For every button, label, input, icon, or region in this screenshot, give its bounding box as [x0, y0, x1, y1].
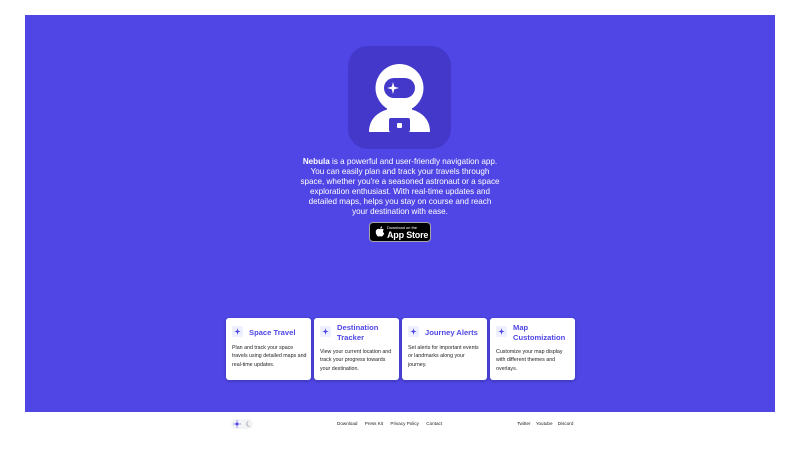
brand-name: Nebula	[302, 157, 330, 166]
footer-link-press-kit[interactable]: Press Kit	[365, 421, 383, 426]
footer-nav: Download Press Kit Privacy Policy Contac…	[337, 421, 442, 426]
theme-toggle[interactable]	[231, 419, 253, 429]
sun-icon	[233, 420, 241, 428]
footer-link-contact[interactable]: Contact	[426, 421, 442, 426]
feature-title: Space Travel	[249, 328, 296, 337]
feature-title: Map Customization	[513, 323, 566, 342]
feature-card-journey-alerts[interactable]: Journey Alerts Set alerts for important …	[402, 318, 487, 380]
feature-text: Set alerts for important events or landm…	[408, 345, 479, 368]
store-button-label: App Store	[387, 230, 429, 240]
feature-title: Journey Alerts	[425, 328, 478, 337]
spark-icon	[320, 326, 331, 337]
hero-section: Nebula is a powerful and user-friendly n…	[25, 15, 775, 412]
app-logo	[348, 46, 451, 149]
footer: Download Press Kit Privacy Policy Contac…	[0, 413, 800, 450]
feature-text: Plan and track your space travels using …	[232, 345, 307, 368]
spark-icon	[496, 326, 507, 337]
footer-social: Twitter Youtube Discord	[517, 421, 573, 426]
feature-card-destination-tracker[interactable]: Destination Tracker View your current lo…	[314, 318, 399, 380]
app-description: Nebula is a powerful and user-friendly n…	[300, 157, 500, 217]
spark-icon	[408, 326, 419, 337]
feature-card-map-customization[interactable]: Map Customization Customize your map dis…	[490, 318, 575, 380]
app-store-button[interactable]: Download on the App Store	[369, 222, 431, 242]
feature-card-space-travel[interactable]: Space Travel Plan and track your space t…	[226, 318, 311, 380]
footer-link-privacy-policy[interactable]: Privacy Policy	[390, 421, 419, 426]
apple-icon	[375, 226, 385, 237]
moon-icon	[245, 420, 251, 427]
feature-text: View your current location and track you…	[320, 349, 392, 372]
footer-link-twitter[interactable]: Twitter	[517, 421, 531, 426]
spark-icon	[232, 326, 243, 337]
footer-link-youtube[interactable]: Youtube	[536, 421, 553, 426]
feature-title: Destination Tracker	[337, 323, 379, 342]
footer-link-discord[interactable]: Discord	[558, 421, 574, 426]
astronaut-icon	[369, 64, 430, 132]
footer-link-download[interactable]: Download	[337, 421, 357, 426]
feature-text: Customize your map display with differen…	[496, 349, 563, 372]
description-text: is a powerful and user-friendly navigati…	[300, 157, 500, 216]
